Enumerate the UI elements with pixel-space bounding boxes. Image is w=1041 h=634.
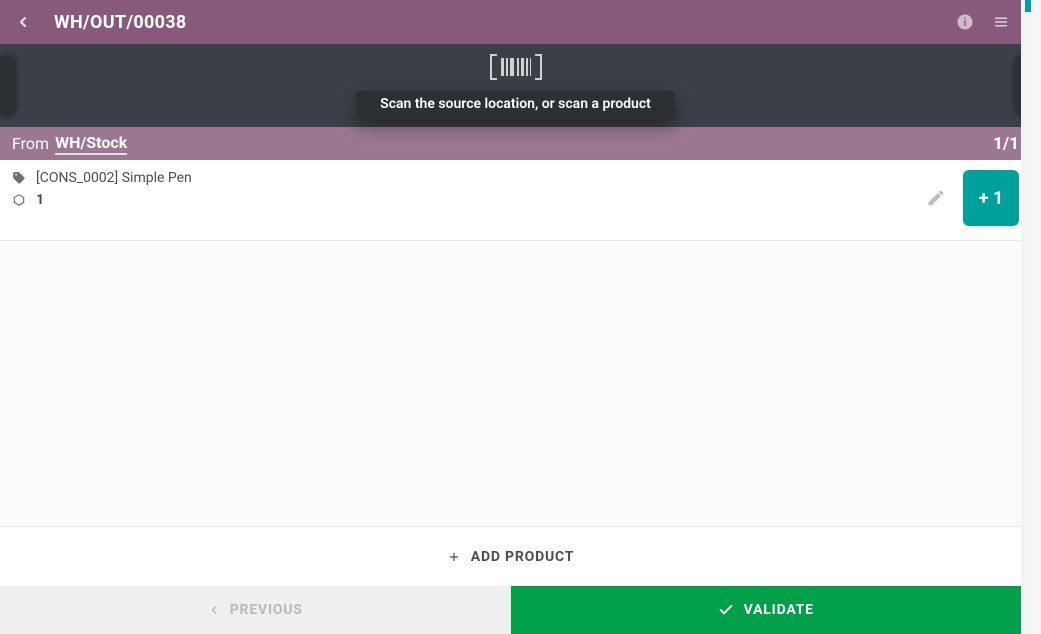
edit-line-button[interactable] [921, 183, 951, 213]
previous-label: PREVIOUS [230, 602, 303, 618]
cube-icon [12, 193, 28, 207]
menu-button[interactable] [985, 6, 1017, 38]
pager-left[interactable] [0, 56, 14, 116]
app-root: WH/OUT/00038 Scan the source location, o… [0, 0, 1041, 634]
scan-hint: Scan the source location, or scan a prod… [356, 91, 675, 118]
chevron-left-icon [15, 14, 31, 30]
lines: [CONS_0002] Simple Pen 1 + 1 [0, 160, 1031, 241]
chevron-left-icon [208, 604, 220, 616]
validate-label: VALIDATE [744, 602, 814, 618]
from-bar: From WH/Stock 1/1 [0, 127, 1031, 160]
check-icon [718, 602, 734, 618]
pencil-icon [926, 188, 946, 208]
page-title: WH/OUT/00038 [54, 12, 186, 33]
product-name: [CONS_0002] Simple Pen [36, 170, 192, 186]
info-button[interactable] [949, 6, 981, 38]
from-counter: 1/1 [993, 134, 1019, 154]
validate-button[interactable]: VALIDATE [511, 586, 1022, 634]
pager-right[interactable] [1017, 56, 1035, 116]
topbar: WH/OUT/00038 [0, 0, 1031, 44]
back-button[interactable] [14, 13, 32, 31]
increment-button[interactable]: + 1 [963, 170, 1019, 226]
tag-icon [12, 171, 28, 185]
from-location[interactable]: WH/Stock [55, 133, 127, 155]
barcode-icon [489, 53, 543, 81]
add-product-label: ADD PRODUCT [471, 549, 575, 565]
from-label: From [12, 134, 49, 153]
add-product-button[interactable]: ADD PRODUCT [0, 526, 1021, 586]
hamburger-icon [992, 13, 1010, 31]
previous-button[interactable]: PREVIOUS [0, 586, 511, 634]
footer: ADD PRODUCT PREVIOUS VALIDATE [0, 526, 1021, 634]
plus-icon [447, 550, 461, 564]
scan-zone: Scan the source location, or scan a prod… [0, 44, 1031, 127]
list-item: [CONS_0002] Simple Pen 1 + 1 [0, 160, 1031, 240]
info-icon [956, 13, 974, 31]
product-qty: 1 [36, 192, 44, 208]
